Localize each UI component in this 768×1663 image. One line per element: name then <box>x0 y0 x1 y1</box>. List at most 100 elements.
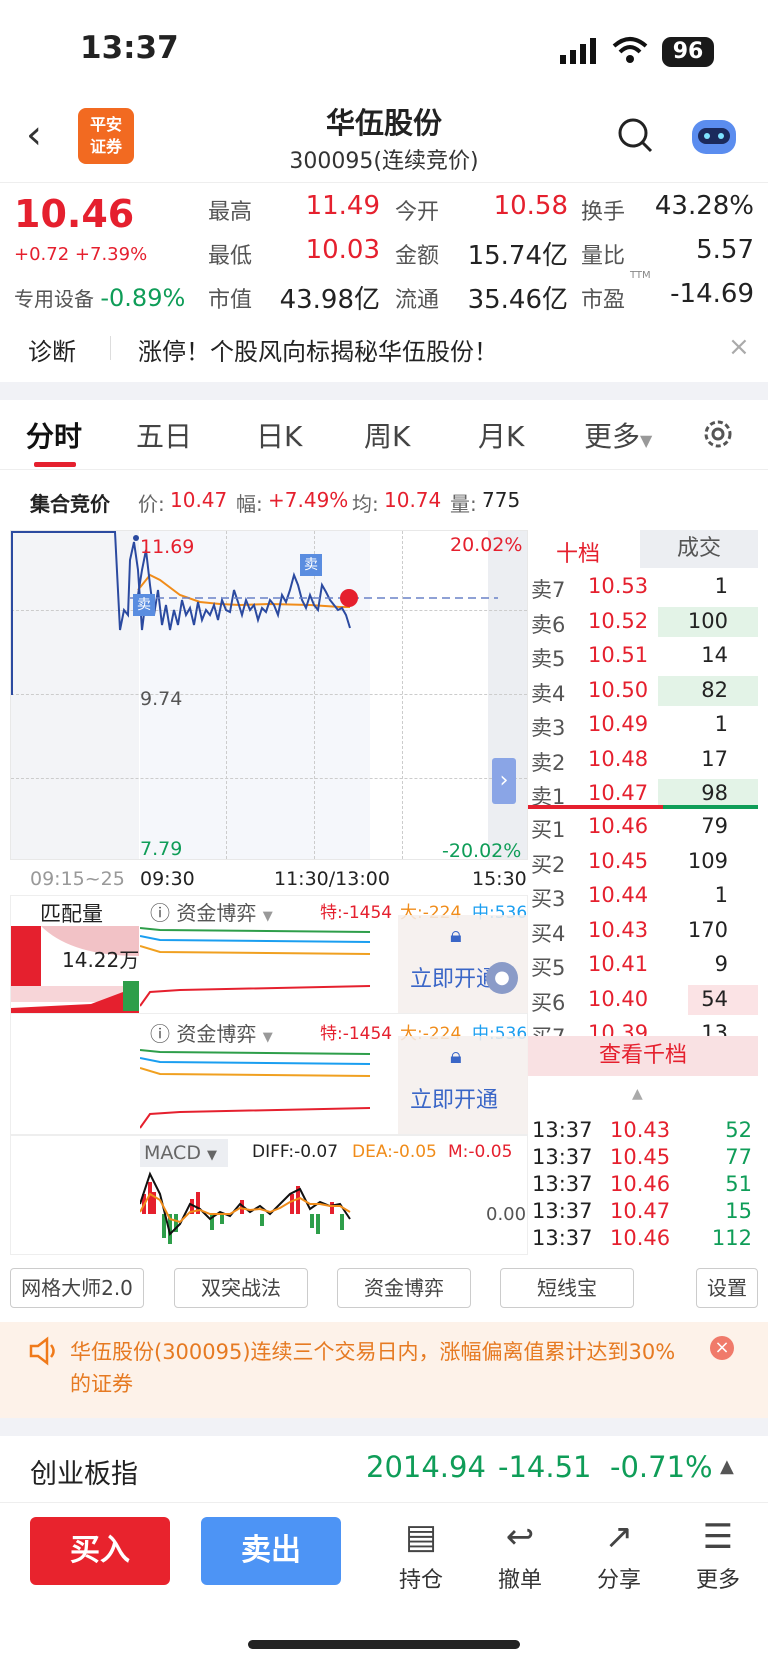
orderbook-row[interactable]: 卖3 10.49 1 <box>528 708 758 742</box>
macd-selector[interactable]: MACD ▼ <box>140 1139 228 1167</box>
tool-short-term[interactable]: 短线宝 <box>500 1268 634 1308</box>
level-price: 10.45 <box>588 848 649 873</box>
robot-assistant-icon[interactable] <box>688 112 740 158</box>
match-volume-value: 14.22万 <box>62 948 140 972</box>
orderbook-row[interactable]: 卖2 10.48 17 <box>528 743 758 777</box>
tab-intraday[interactable]: 分时 <box>26 415 82 455</box>
auction-range: +7.49% <box>268 488 349 512</box>
fund-te: 特:-1454 <box>320 903 393 923</box>
expand-arrow-icon[interactable]: › <box>492 758 516 804</box>
expand-up-icon[interactable]: ▲ <box>720 1456 734 1477</box>
tab-five-day[interactable]: 五日 <box>136 415 192 455</box>
high-label: 最高 <box>208 200 253 225</box>
index-value: 2014.94 <box>366 1450 486 1484</box>
settings-gear-icon[interactable] <box>700 416 736 452</box>
wifi-icon <box>612 37 648 63</box>
trade-time: 13:37 <box>532 1172 593 1196</box>
lock-icon: 🔒︎ <box>450 1044 462 1069</box>
status-bar: 13:37 96 <box>0 0 768 100</box>
level-volume: 100 <box>687 608 728 633</box>
macd-zero: 0.00 <box>486 1204 527 1225</box>
tool-fund-game[interactable]: 资金博弈 <box>337 1268 471 1308</box>
auction-avg-label: 均: <box>352 492 379 516</box>
floating-assistant-icon[interactable]: ● <box>486 962 518 994</box>
tab-day-k[interactable]: 日K <box>256 415 302 455</box>
level-volume: 98 <box>701 781 728 805</box>
search-icon[interactable] <box>616 116 654 154</box>
auction-price: 10.47 <box>170 488 228 512</box>
sell-button[interactable]: 卖出 <box>201 1517 341 1585</box>
level-label: 卖5 <box>531 647 566 671</box>
auction-title: 集合竞价 <box>30 492 110 516</box>
level-volume: 1 <box>714 883 728 907</box>
share-button[interactable]: ↗ 分享 <box>584 1512 654 1594</box>
list-doc-icon: ▤ <box>404 1517 438 1557</box>
level-price: 10.43 <box>588 917 649 942</box>
diagnosis-bar[interactable]: 诊断 涨停！个股风向标揭秘华伍股份！ × <box>0 320 768 382</box>
tab-ten-level[interactable]: 十档 <box>556 536 600 568</box>
index-change: -14.51 <box>498 1450 592 1484</box>
orderbook-row[interactable]: 买2 10.45 109 <box>528 845 758 879</box>
tab-indicator <box>34 462 76 467</box>
index-ticker[interactable]: 创业板指 2014.94 -14.51 -0.71% ▲ <box>0 1436 768 1502</box>
holdings-button[interactable]: ▤ 持仓 <box>386 1512 456 1594</box>
orderbook-row[interactable]: 卖4 10.50 82 <box>528 674 758 708</box>
pe-label: 市盈 <box>581 288 626 313</box>
match-volume-label: 匹配量 <box>40 902 103 926</box>
sell-marker[interactable]: 卖 <box>133 594 155 616</box>
orderbook-row[interactable]: 卖6 10.52 100 <box>528 605 758 639</box>
orderbook-row[interactable]: 买4 10.43 170 <box>528 914 758 948</box>
tool-settings[interactable]: 设置 <box>696 1268 758 1308</box>
orderbook-row[interactable]: 买1 10.46 79 <box>528 810 758 844</box>
tab-week-k[interactable]: 周K <box>364 415 410 455</box>
trade-row: 13:37 10.46 51 <box>530 1172 758 1199</box>
level-price: 10.41 <box>588 952 649 976</box>
chevron-down-icon: ▼ <box>262 1030 273 1045</box>
orderbook-row[interactable]: 买5 10.41 9 <box>528 948 758 982</box>
auction-avg: 10.74 <box>384 488 442 512</box>
y-axis-mid: 9.74 <box>140 688 183 710</box>
unlock-button-label: 立即开通 <box>410 1088 499 1113</box>
fund-lines-chart-2 <box>140 1049 370 1129</box>
menu-icon: ☰ <box>702 1517 734 1557</box>
tab-month-k[interactable]: 月K <box>478 415 524 455</box>
risk-notice[interactable]: 华伍股份(300095)连续三个交易日内，涨幅偏离值累计达到30%的证券 × <box>0 1322 768 1418</box>
close-icon[interactable]: × <box>710 1336 734 1360</box>
intraday-price-line <box>11 531 498 695</box>
level-price: 10.46 <box>588 814 649 838</box>
trade-volume: 77 <box>725 1145 752 1169</box>
tab-more[interactable]: 更多▼ <box>584 415 652 455</box>
float-value: 35.46亿 <box>467 285 568 315</box>
tool-grid-master[interactable]: 网格大师2.0 <box>10 1268 144 1308</box>
index-pct: -0.71% <box>610 1450 713 1484</box>
trade-volume: 112 <box>711 1226 752 1250</box>
auction-vol-label: 量: <box>450 492 477 516</box>
view-all-levels-button[interactable]: 查看千档 <box>528 1036 758 1076</box>
buy-button[interactable]: 买入 <box>30 1517 170 1585</box>
orderbook-row[interactable]: 买6 10.40 54 <box>528 983 758 1017</box>
tool-double-break[interactable]: 双突战法 <box>174 1268 308 1308</box>
amount-label: 金额 <box>395 244 440 269</box>
level-label: 卖6 <box>531 612 566 637</box>
macd-m: M:-0.05 <box>448 1142 513 1162</box>
level-label: 买6 <box>531 990 566 1015</box>
macd-chart <box>140 1171 351 1244</box>
more-label: 更多 <box>695 1568 740 1593</box>
sector-info[interactable]: 专用设备 -0.89% <box>14 283 185 312</box>
sector-name: 专用设备 <box>14 287 94 311</box>
close-icon[interactable]: × <box>728 332 750 362</box>
orderbook-row[interactable]: 卖5 10.51 14 <box>528 639 758 673</box>
orderbook-row[interactable]: 卖7 10.53 1 <box>528 570 758 604</box>
tab-trades[interactable]: 成交 <box>640 530 758 568</box>
fund-panel-header-2[interactable]: ⓘ 资金博弈 ▼ <box>150 1018 273 1047</box>
turnover-label: 换手 <box>581 200 626 225</box>
y-axis-top: 11.69 <box>140 536 195 558</box>
orderbook-row[interactable]: 买3 10.44 1 <box>528 879 758 913</box>
sell-marker[interactable]: 卖 <box>300 554 322 576</box>
battery-indicator: 96 <box>662 37 714 67</box>
collapse-arrow-icon[interactable]: ▲ <box>632 1086 643 1102</box>
unlock-overlay[interactable]: 🔒︎ 立即开通 <box>398 1036 528 1134</box>
more-button[interactable]: ☰ 更多 <box>683 1512 753 1594</box>
chevron-down-icon: ▼ <box>640 431 653 450</box>
cancel-order-button[interactable]: ↩ 撤单 <box>485 1512 555 1594</box>
